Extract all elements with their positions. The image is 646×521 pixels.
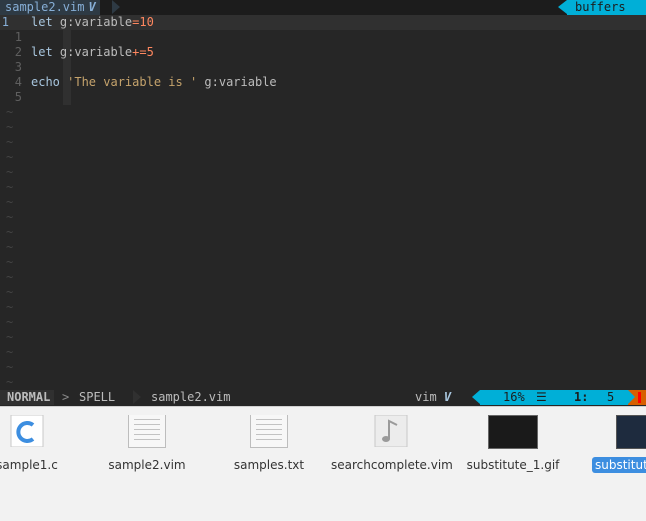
line-number: 3 (14, 60, 22, 74)
c-source-icon (10, 415, 44, 447)
file-label: sample1.c (0, 458, 58, 472)
empty-line-tilde: ~ (6, 165, 14, 179)
code-line[interactable]: 2 let g:variable+=5 (0, 45, 646, 60)
code-token: 10 (139, 15, 154, 29)
code-token: += (132, 45, 147, 59)
image-thumbnail-icon (488, 415, 538, 449)
file-label: substitute (592, 457, 646, 474)
empty-line-tilde: ~ (6, 225, 14, 239)
file-item-sample2-vim[interactable]: sample2.vim (84, 407, 210, 497)
code-line[interactable]: 3 (0, 60, 646, 75)
status-separator-arrow (133, 390, 141, 404)
line-position: 1: (574, 390, 589, 404)
vim-tab-icon: V (88, 0, 96, 14)
line-number: 2 (14, 45, 22, 59)
empty-line-tilde: ~ (6, 120, 14, 134)
selected-file-label: substitute (592, 457, 646, 473)
line-number: 5 (14, 90, 22, 104)
code-token: g:variable (59, 45, 133, 59)
file-label: substitute_1.gif (466, 458, 560, 472)
code-line[interactable]: 5 (0, 90, 646, 105)
buffers-label[interactable]: buffers (567, 0, 646, 15)
column-position: 5 (607, 390, 615, 404)
code-line[interactable]: 1 (0, 30, 646, 45)
code-text: echo 'The variable is ' g:variable (31, 75, 277, 90)
empty-line-tilde: ~ (6, 315, 14, 329)
empty-line-tilde: ~ (6, 255, 14, 269)
text-document-icon (128, 415, 166, 448)
statusline: NORMAL > SPELL sample2.vim vim V 16% ☰ 1… (0, 390, 646, 405)
file-label: sample2.vim (108, 458, 186, 472)
empty-line-tilde: ~ (6, 105, 14, 119)
line-number: 4 (14, 75, 22, 89)
code-token: let (31, 15, 60, 29)
empty-line-tilde: ~ (6, 240, 14, 254)
audio-file-icon (374, 415, 408, 447)
position-segment: 16% ☰ 1: 5 (480, 390, 628, 405)
file-item-searchcomplete-vim[interactable]: searchcomplete.vim (328, 407, 454, 497)
image-thumbnail-icon (616, 415, 646, 449)
buffers-separator-arrow (558, 0, 567, 14)
position-separator-arrow (472, 390, 480, 404)
file-item-samples-txt[interactable]: samples.txt (206, 407, 332, 497)
code-token: g:variable (59, 15, 133, 29)
tabline: sample2.vim V buffers (0, 0, 646, 15)
spell-indicator: SPELL (79, 390, 116, 404)
empty-line-tilde: ~ (6, 180, 14, 194)
code-text: let g:variable=10 (31, 15, 154, 30)
empty-line-tilde: ~ (6, 360, 14, 374)
code-text: let g:variable+=5 (31, 45, 154, 60)
empty-line-tilde: ~ (6, 135, 14, 149)
tab-label: sample2.vim (5, 0, 85, 14)
file-item-sample1-c[interactable]: sample1.c (0, 407, 90, 497)
empty-line-tilde: ~ (6, 195, 14, 209)
empty-line-tilde: ~ (6, 210, 14, 224)
file-item-substitute[interactable]: substitute (572, 407, 646, 497)
vim-window[interactable]: sample2.vim V buffers 1 let g:variable=10 1… (0, 0, 646, 406)
text-document-icon (250, 415, 288, 448)
mode-indicator: NORMAL (0, 390, 55, 405)
empty-line-tilde: ~ (6, 375, 14, 389)
code-token: g:variable (197, 75, 277, 89)
lines-icon: ☰ (536, 390, 547, 404)
empty-line-tilde: ~ (6, 270, 14, 284)
code-line[interactable]: 4 echo 'The variable is ' g:variable (0, 75, 646, 90)
filetype-indicator: vim V (415, 390, 451, 405)
mode-separator: > (62, 390, 70, 404)
filetype-label: vim (415, 390, 437, 404)
file-label: samples.txt (233, 458, 305, 472)
file-percent: 16% (503, 390, 525, 404)
empty-line-tilde: ~ (6, 345, 14, 359)
code-token: 5 (146, 45, 154, 59)
empty-line-tilde: ~ (6, 330, 14, 344)
code-line[interactable]: 1 let g:variable=10 (0, 15, 646, 30)
empty-line-tilde: ~ (6, 285, 14, 299)
warning-icon (638, 392, 641, 403)
vim-filetype-icon: V (443, 390, 452, 404)
warning-segment (628, 390, 646, 405)
empty-line-tilde: ~ (6, 300, 14, 314)
code-token: echo (31, 75, 68, 89)
status-filename: sample2.vim (151, 390, 231, 404)
line-number: 1 (14, 30, 22, 44)
editor-area[interactable]: 1 let g:variable=10 1 2 let g:variable+=5 3 4 e… (0, 15, 646, 390)
code-token: let (31, 45, 60, 59)
warning-separator-arrow (628, 390, 635, 404)
tab-sample2-vim[interactable]: sample2.vim V (0, 0, 100, 15)
line-number: 1 (1, 15, 9, 29)
file-manager-strip[interactable]: sample1.c sample2.vim samples.txt search… (0, 406, 646, 521)
tab-separator-arrow (112, 0, 120, 14)
file-label: searchcomplete.vim (331, 458, 453, 472)
file-item-substitute-1-gif[interactable]: substitute_1.gif (450, 407, 576, 497)
code-token: 'The variable is ' (67, 75, 198, 89)
empty-line-tilde: ~ (6, 150, 14, 164)
